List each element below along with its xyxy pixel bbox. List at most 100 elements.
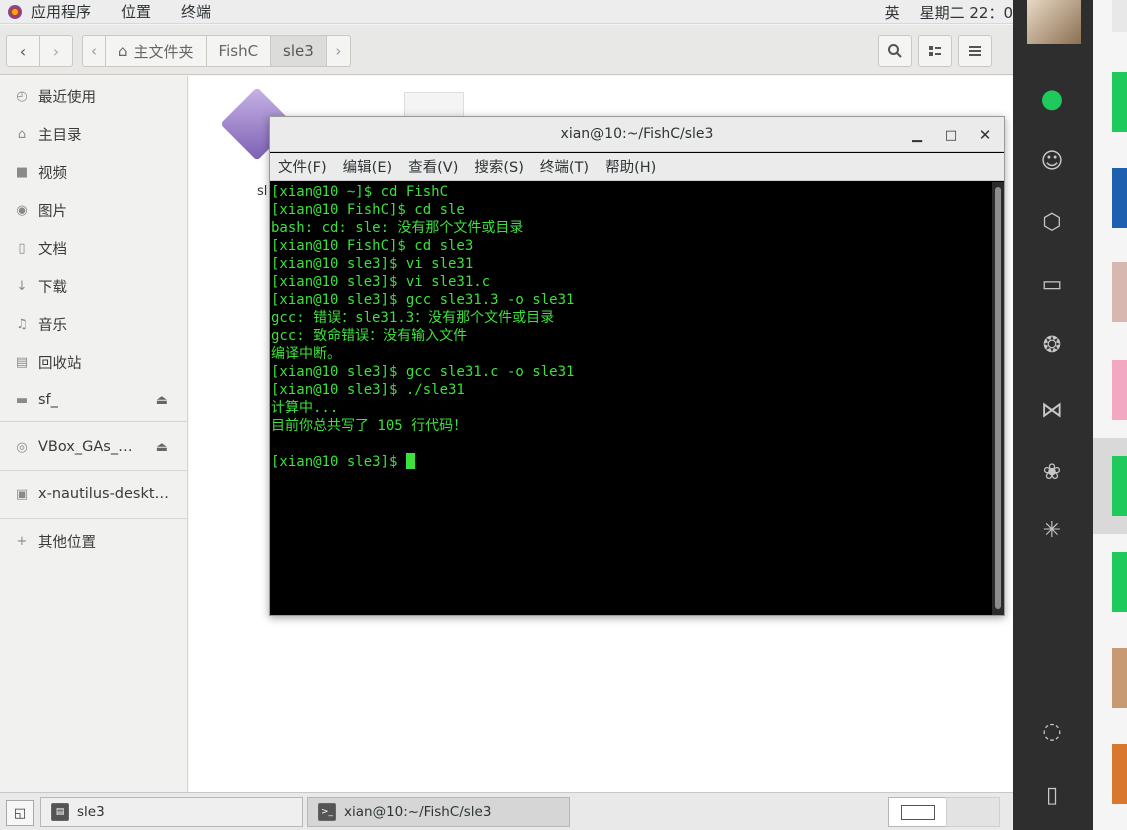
terminal-line: [xian@10 sle3]$ gcc sle31.c -o sle31 (271, 364, 575, 380)
terminal-app-menu[interactable]: 终端 (181, 1, 211, 22)
sidebar-item-downloads[interactable]: ↓ 下载 (0, 268, 188, 304)
chevron-right-icon: › (52, 41, 60, 61)
breadcrumb-fishc[interactable]: FishC (206, 35, 272, 67)
window-title: xian@10:~/FishC/sle3 (560, 126, 714, 142)
avatar[interactable] (1027, 0, 1081, 44)
sidebar-item-label: 主目录 (38, 127, 82, 144)
sidebar-item-sf[interactable]: ▬ sf_ ⏏ (0, 382, 188, 418)
sidebar-item-label: 其他位置 (38, 534, 96, 551)
close-button[interactable]: ✕ (976, 126, 994, 144)
breadcrumb-scroll-right[interactable]: › (326, 35, 351, 67)
menu-search[interactable]: 搜索(S) (474, 156, 524, 177)
terminal-prompt-line[interactable]: [xian@10 sle3]$ (270, 453, 992, 471)
chat-avatar[interactable] (1112, 456, 1127, 516)
chat-avatar[interactable] (1112, 0, 1127, 32)
terminal-scrollbar[interactable] (992, 182, 1004, 615)
camera-icon: ◉ (16, 202, 28, 218)
plus-icon: + (16, 533, 28, 549)
text-cursor (405, 453, 415, 469)
chat-avatar[interactable] (1112, 552, 1127, 612)
search-button[interactable] (878, 35, 912, 67)
sparkle-icon[interactable]: ✳ (1037, 515, 1067, 545)
menu-help[interactable]: 帮助(H) (605, 156, 656, 177)
input-method-indicator[interactable]: 英 (885, 2, 900, 23)
eject-icon[interactable]: ⏏ (156, 393, 168, 408)
chat-avatar[interactable] (1112, 360, 1127, 420)
maximize-button[interactable]: □ (942, 126, 960, 144)
eject-icon[interactable]: ⏏ (156, 440, 168, 455)
chat-avatar[interactable] (1112, 744, 1127, 804)
sidebar-item-home[interactable]: ⌂ 主目录 (0, 116, 188, 152)
sidebar-item-trash[interactable]: ▤ 回收站 (0, 344, 188, 380)
sidebar-item-videos[interactable]: ■ 视频 (0, 154, 188, 190)
breadcrumb-label: FishC (218, 42, 259, 60)
main-menu-button[interactable] (958, 35, 992, 67)
terminal-line: gcc: 致命错误：没有输入文件 (271, 328, 468, 344)
sidebar-item-other-locations[interactable]: + 其他位置 (0, 523, 188, 559)
sidebar-item-label: 回收站 (38, 355, 82, 372)
sidebar-item-label: 音乐 (38, 317, 67, 334)
clock[interactable]: 星期二 22：0 (920, 2, 1013, 23)
terminal-window: xian@10:~/FishC/sle3 ▁ □ ✕ 文件(F) 编辑(E) 查… (269, 116, 1005, 616)
sidebar-divider (0, 421, 188, 422)
menu-terminal[interactable]: 终端(T) (540, 156, 589, 177)
sidebar-item-pictures[interactable]: ◉ 图片 (0, 192, 188, 228)
desktop-icon: ◱ (13, 805, 27, 821)
network-folder-icon: ▣ (15, 486, 29, 502)
sidebar-item-label: 图片 (38, 203, 67, 220)
terminal-line: [xian@10 sle3]$ ./sle31 (271, 382, 465, 398)
chat-avatar[interactable] (1112, 168, 1127, 228)
sidebar-item-documents[interactable]: ▯ 文档 (0, 230, 188, 266)
terminal-icon: >_ (318, 803, 336, 821)
workspace-switcher-1[interactable] (888, 797, 948, 827)
terminal-output[interactable]: [xian@10 ~]$ cd FishC [xian@10 FishC]$ c… (270, 182, 992, 615)
list-view-icon (929, 46, 941, 56)
contacts-icon[interactable]: ☺ (1037, 146, 1067, 176)
folder-icon[interactable]: ▭ (1037, 269, 1067, 299)
sidebar-divider (0, 470, 188, 471)
sidebar-item-recent[interactable]: ◴ 最近使用 (0, 78, 188, 114)
show-desktop-button[interactable]: ◱ (6, 800, 34, 826)
breadcrumb-home[interactable]: ⌂ 主文件夹 (106, 35, 207, 67)
flower-icon[interactable]: ❀ (1037, 457, 1067, 487)
terminal-titlebar[interactable]: xian@10:~/FishC/sle3 ▁ □ ✕ (270, 117, 1004, 152)
menu-edit[interactable]: 编辑(E) (343, 156, 392, 177)
sidebar-item-vbox-gas[interactable]: ◎ VBox_GAs_… ⏏ (0, 429, 188, 465)
breadcrumb: ‹ ⌂ 主文件夹 FishC sle3 › (82, 35, 351, 67)
file-label[interactable]: sl (257, 184, 267, 199)
mini-program-icon[interactable]: ◌ (1037, 716, 1067, 746)
minimize-button[interactable]: ▁ (908, 126, 926, 144)
menu-view[interactable]: 查看(V) (408, 156, 458, 177)
task-file-manager[interactable]: ▤ sle3 (40, 797, 303, 827)
home-icon: ⌂ (17, 126, 27, 142)
applications-menu[interactable]: 应用程序 (8, 1, 91, 22)
task-terminal[interactable]: >_ xian@10:~/FishC/sle3 (307, 797, 570, 827)
sidebar-item-music[interactable]: ♫ 音乐 (0, 306, 188, 342)
applications-menu-label: 应用程序 (31, 3, 92, 21)
back-button[interactable]: ‹ (6, 35, 40, 67)
file-manager-headerbar: ‹ › ‹ ⌂ 主文件夹 FishC sle3 › (0, 25, 1013, 75)
home-icon: ⌂ (118, 42, 128, 60)
terminal-line: gcc: 错误：sle31.3：没有那个文件或目录 (271, 310, 555, 326)
forward-button[interactable]: › (39, 35, 73, 67)
chat-icon[interactable]: ● (1037, 84, 1067, 114)
places-menu[interactable]: 位置 (121, 1, 151, 22)
aperture-icon[interactable]: ❂ (1037, 330, 1067, 360)
chat-avatar[interactable] (1112, 72, 1127, 132)
breadcrumb-sle3[interactable]: sle3 (271, 35, 327, 67)
menu-file[interactable]: 文件(F) (278, 156, 327, 177)
breadcrumb-scroll-left[interactable]: ‹ (82, 35, 106, 67)
sidebar-item-network-folder[interactable]: ▣ x-nautilus-deskt… (0, 476, 188, 512)
breadcrumb-label: sle3 (283, 42, 314, 60)
cube-icon[interactable]: ⬡ (1037, 207, 1067, 237)
butterfly-icon[interactable]: ⋈ (1037, 395, 1067, 425)
view-options-button[interactable] (918, 35, 952, 67)
phone-icon[interactable]: ▯ (1037, 780, 1067, 810)
chat-avatar[interactable] (1112, 262, 1127, 322)
scrollbar-thumb[interactable] (995, 187, 1001, 609)
terminal-menubar: 文件(F) 编辑(E) 查看(V) 搜索(S) 终端(T) 帮助(H) (270, 153, 1004, 181)
chat-avatar[interactable] (1112, 648, 1127, 708)
workspace-switcher-2[interactable] (946, 797, 1000, 827)
terminal-line: 计算中... (271, 400, 339, 416)
